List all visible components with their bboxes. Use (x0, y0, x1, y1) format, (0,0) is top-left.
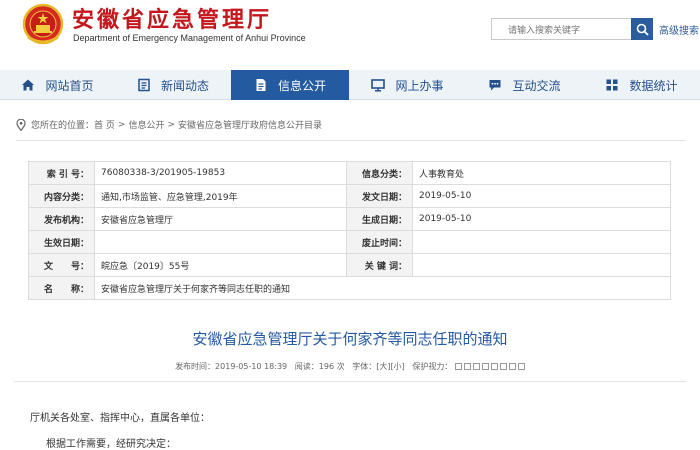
color-swatch[interactable] (490, 363, 498, 370)
home-icon (22, 79, 35, 91)
news-icon (138, 78, 150, 92)
effective-date-value (94, 230, 347, 254)
publisher-value: 安徽省应急管理厅 (94, 207, 347, 231)
view-count: 阅读：196 次 (294, 362, 345, 371)
table-row: 发布机构： 安徽省应急管理厅 生成日期： 2019-05-10 (28, 207, 671, 231)
doc-name-value: 安徽省应急管理厅关于何家齐等同志任职的通知 (94, 276, 671, 300)
keywords-value (412, 253, 671, 277)
search-button[interactable] (631, 18, 653, 40)
index-label: 索 引 号： (28, 161, 95, 185)
table-row: 内容分类： 通知,市场监管、应急管理,2019年 发文日期： 2019-05-1… (28, 184, 671, 208)
keywords-label: 关 键 词： (346, 253, 413, 277)
nav-label-interaction: 互动交流 (512, 78, 561, 93)
article-salutation: 厅机关各处室、指挥中心，直属各单位： (30, 413, 210, 424)
nav-label-online-service: 网上办事 (395, 78, 444, 93)
color-swatch[interactable] (463, 363, 471, 370)
breadcrumb-info-disclosure[interactable]: 信息公开 (128, 118, 164, 131)
site-subtitle: Department of Emergency Management of An… (73, 33, 306, 43)
search-input[interactable] (491, 18, 632, 40)
article-paragraph: 根据工作需要，经研究决定： (46, 439, 176, 450)
color-swatch[interactable] (481, 363, 489, 370)
breadcrumb-divider (16, 140, 686, 141)
generated-date-label: 生成日期： (346, 207, 413, 231)
doc-number-label: 文 号： (28, 253, 95, 277)
breadcrumb-prefix: 您所在的位置： (31, 121, 95, 131)
nav-item-statistics[interactable]: 数据统计 (583, 70, 700, 100)
breadcrumb-catalog[interactable]: 安徽省应急管理厅政府信息公开目录 (178, 118, 322, 131)
breadcrumb-separator: > (167, 119, 175, 130)
nav-item-online-service[interactable]: 网上办事 (349, 70, 466, 100)
table-row: 生效日期： 废止时间： (28, 230, 671, 254)
publish-time: 发布时间：2019-05-10 18:39 (175, 362, 288, 371)
site-header: 安徽省应急管理厅 Department of Emergency Managem… (0, 0, 700, 70)
nav-label-home: 网站首页 (45, 78, 94, 93)
doc-number-value: 皖应急〔2019〕55号 (94, 253, 347, 277)
nav-item-info-disclosure[interactable]: 信息公开 (231, 70, 349, 100)
abolish-date-label: 废止时间： (346, 230, 413, 254)
article-divider (14, 381, 686, 382)
color-swatch[interactable] (508, 363, 516, 370)
content-category-value: 通知,市场监管、应急管理,2019年 (94, 184, 347, 208)
main-nav: 网站首页 新闻动态 信息公开 网上办事 互动交流 数据统计 (0, 70, 700, 100)
national-emblem-icon (22, 3, 64, 45)
color-swatch[interactable] (517, 363, 525, 370)
grid-icon (606, 79, 618, 91)
monitor-icon (371, 79, 386, 92)
document-icon (256, 79, 266, 91)
site-title: 安徽省应急管理厅 (72, 8, 273, 33)
nav-item-interaction[interactable]: 互动交流 (466, 70, 583, 100)
nav-item-home[interactable]: 网站首页 (0, 70, 115, 100)
article-title: 安徽省应急管理厅关于何家齐等同志任职的通知 (192, 330, 508, 348)
table-row: 名 称： 安徽省应急管理厅关于何家齐等同志任职的通知 (28, 276, 671, 300)
eye-protect-label: 保护视力： (412, 362, 453, 371)
breadcrumb-separator: > (117, 119, 126, 130)
breadcrumb: 您所在的位置： 首 页 > 信息公开 > 安徽省应急管理厅政府信息公开目录 (16, 118, 322, 131)
nav-label-info-disclosure: 信息公开 (277, 78, 326, 93)
nav-label-news: 新闻动态 (160, 78, 209, 93)
color-swatch[interactable] (499, 363, 507, 370)
index-value: 76080338-3/201905-19853 (94, 161, 347, 185)
abolish-date-value (412, 230, 671, 254)
search-icon (636, 23, 649, 36)
advanced-search-link[interactable]: 高级搜索 (659, 22, 699, 37)
color-swatch[interactable] (454, 363, 462, 370)
effective-date-label: 生效日期： (28, 230, 95, 254)
nav-item-news[interactable]: 新闻动态 (115, 70, 231, 100)
document-info-table: 索 引 号： 76080338-3/201905-19853 信息分类： 人事教… (28, 161, 671, 300)
font-small-button[interactable]: [小] (391, 362, 405, 371)
color-swatch[interactable] (472, 363, 480, 370)
issue-date-value: 2019-05-10 (412, 184, 671, 208)
article-meta: 发布时间：2019-05-10 18:39 阅读：196 次 字体：[大][小]… (0, 361, 700, 372)
publisher-label: 发布机构： (28, 207, 95, 231)
chat-icon (489, 80, 501, 91)
category-label: 信息分类： (346, 161, 413, 185)
issue-date-label: 发文日期： (346, 184, 413, 208)
font-size-label: 字体： (352, 362, 377, 371)
location-pin-icon (16, 118, 26, 131)
font-large-button[interactable]: [大] (376, 362, 390, 371)
doc-name-label: 名 称： (28, 276, 95, 300)
nav-label-statistics: 数据统计 (629, 78, 678, 93)
table-row: 文 号： 皖应急〔2019〕55号 关 键 词： (28, 253, 671, 277)
generated-date-value: 2019-05-10 (412, 207, 671, 231)
breadcrumb-home[interactable]: 首 页 (94, 118, 115, 131)
table-row: 索 引 号： 76080338-3/201905-19853 信息分类： 人事教… (28, 161, 671, 185)
eye-protect-swatches (454, 363, 525, 370)
category-value: 人事教育处 (412, 161, 671, 185)
content-category-label: 内容分类： (28, 184, 95, 208)
